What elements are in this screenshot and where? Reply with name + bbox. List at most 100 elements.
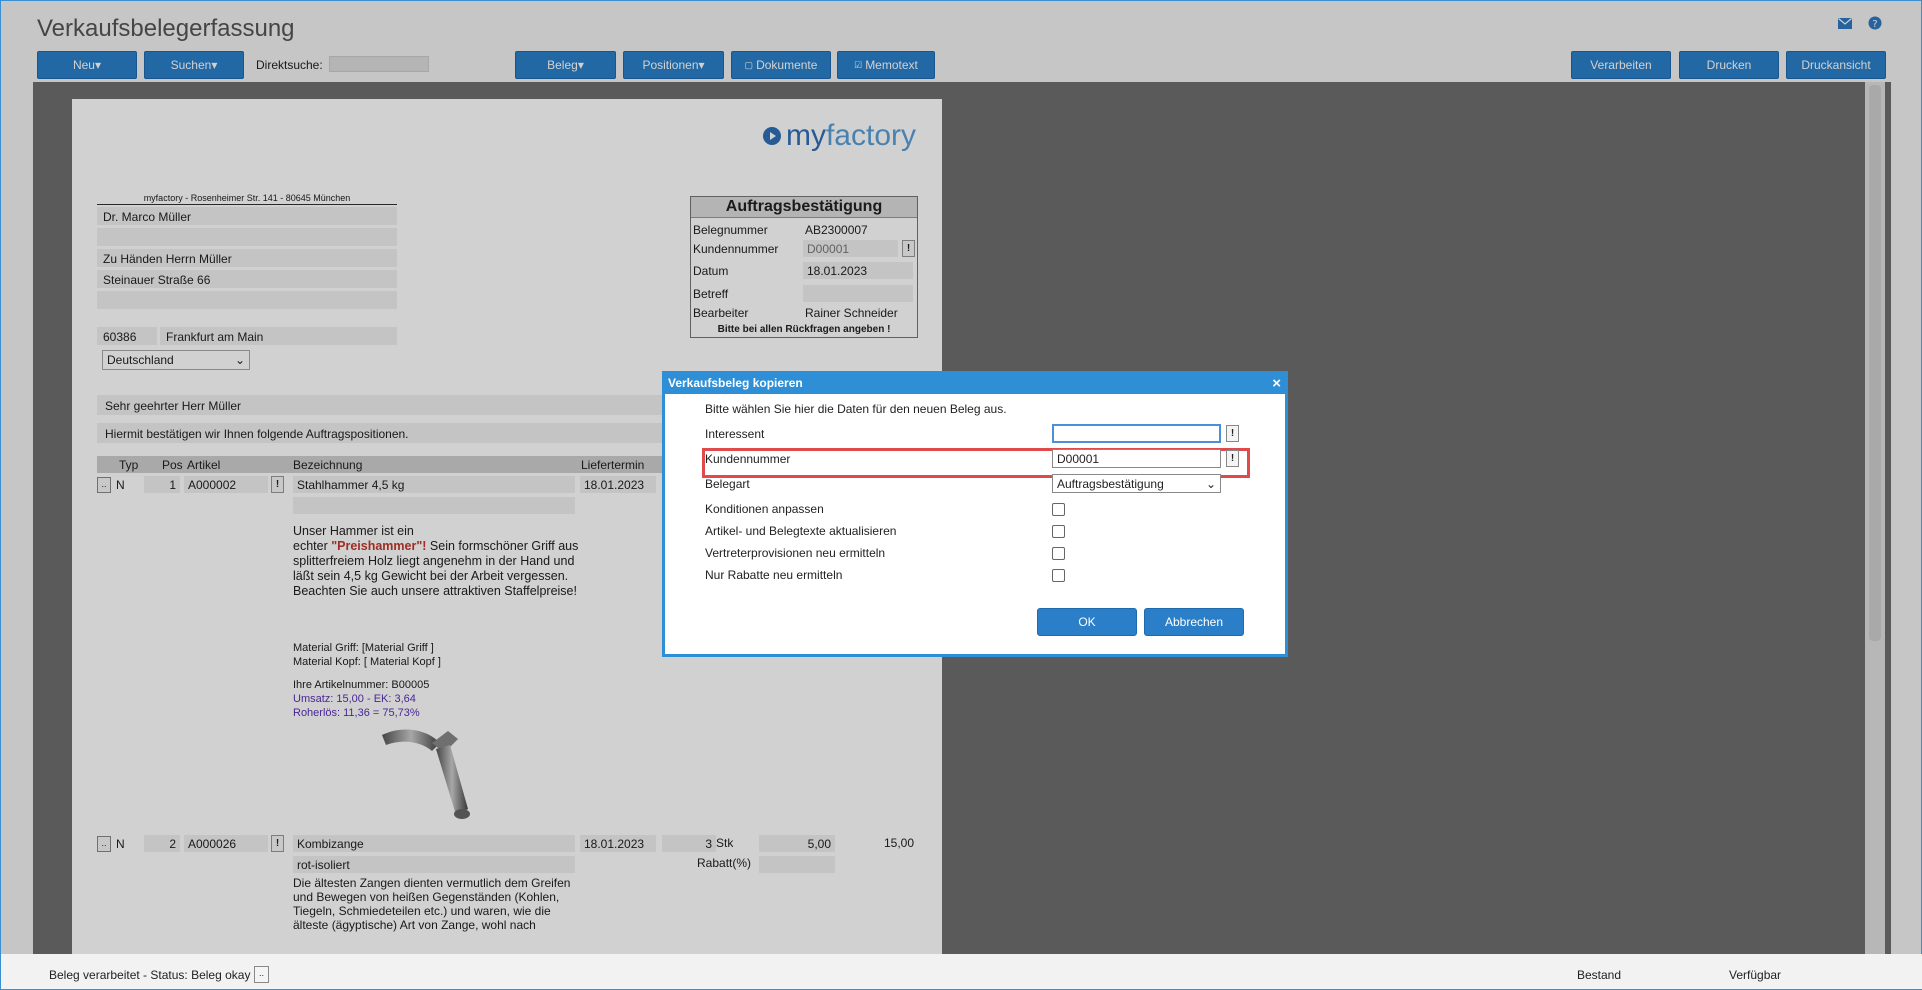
belegart-select[interactable]: Auftragsbestätigung ⌄ — [1052, 474, 1221, 493]
app-window: Verkaufsbelegerfassung ? Neu ▾ Suchen ▾ Di… — [0, 0, 1922, 990]
provisionen-checkbox[interactable] — [1052, 547, 1065, 560]
address-name[interactable]: Dr. Marco Müller — [97, 207, 397, 225]
datum-field[interactable]: 18.01.2023 — [803, 262, 913, 279]
ok-button[interactable]: OK — [1037, 608, 1137, 636]
document-infobox: Auftragsbestätigung Belegnummer AB230000… — [690, 196, 918, 338]
dialog-header: Verkaufsbeleg kopieren × — [665, 374, 1285, 394]
address-line2[interactable] — [97, 228, 397, 246]
belegnummer-value: AB2300007 — [805, 223, 868, 237]
country-select[interactable]: Deutschland ⌄ — [102, 350, 250, 370]
kundennummer-label-dialog: Kundennummer — [705, 452, 791, 466]
belegnummer-label: Belegnummer — [693, 223, 768, 237]
interessent-lookup-button[interactable]: ! — [1226, 425, 1239, 442]
kundennummer-dialog-lookup-button[interactable]: ! — [1226, 450, 1239, 467]
status-details-button[interactable]: .. — [254, 966, 269, 983]
document-icon: ▢ — [744, 59, 754, 70]
col-liefertermin: Liefertermin — [581, 458, 645, 472]
rabatte-checkbox[interactable] — [1052, 569, 1065, 582]
row2-rabatt[interactable] — [759, 856, 835, 873]
row1-menu-button[interactable]: .. — [97, 477, 111, 493]
betreff-field[interactable] — [803, 285, 913, 302]
verfuegbar-label: Verfügbar — [1729, 968, 1782, 982]
row2-gesamt: 15,00 — [884, 836, 915, 850]
konditionen-label: Konditionen anpassen — [705, 502, 824, 516]
close-icon[interactable]: × — [1272, 375, 1281, 392]
play-icon — [762, 127, 781, 145]
address-attention[interactable]: Zu Händen Herrn Müller — [97, 249, 397, 267]
drucken-button[interactable]: Drucken — [1679, 51, 1779, 79]
beleg-button[interactable]: Beleg ▾ — [515, 51, 616, 79]
rabatte-label: Nur Rabatte neu ermitteln — [705, 568, 843, 582]
row1-bezeichnung[interactable]: Stahlhammer 4,5 kg — [293, 476, 575, 493]
row1-liefertermin[interactable]: 18.01.2023 — [580, 476, 656, 493]
row2-liefertermin[interactable]: 18.01.2023 — [580, 835, 656, 852]
texte-label: Artikel- und Belegtexte aktualisieren — [705, 524, 897, 538]
row2-typ: N — [116, 837, 125, 851]
row2-einheit: Stk — [716, 836, 734, 850]
top-icons: ? — [1837, 15, 1883, 31]
status-text: Beleg verarbeitet - Status: Beleg okay — [49, 968, 251, 982]
row2-pos[interactable]: 2 — [144, 835, 180, 852]
datum-label: Datum — [693, 264, 729, 278]
row2-menu-button[interactable]: .. — [97, 836, 111, 852]
col-bezeichnung: Bezeichnung — [293, 458, 363, 472]
interessent-input[interactable] — [1052, 424, 1221, 443]
betreff-label: Betreff — [693, 287, 729, 301]
row2-menge[interactable]: 3 — [662, 835, 716, 852]
infobox-title: Auftragsbestätigung — [691, 197, 917, 218]
bestand-label: Bestand — [1577, 968, 1622, 982]
help-icon[interactable]: ? — [1867, 15, 1883, 31]
kundennummer-lookup-button[interactable]: ! — [902, 240, 915, 257]
row1-extra: Ihre Artikelnummer: B00005 Umsatz: 15,00… — [293, 679, 430, 719]
neu-button[interactable]: Neu ▾ — [37, 51, 137, 79]
belegart-label: Belegart — [705, 477, 750, 491]
direktsuche-input[interactable] — [329, 56, 429, 72]
copy-dialog: Verkaufsbeleg kopieren × Bitte wählen Si… — [662, 371, 1288, 657]
row1-description: Unser Hammer ist ein echter "Preishammer… — [293, 524, 579, 598]
infobox-note: Bitte bei allen Rückfragen angeben ! — [717, 324, 891, 335]
row1-materials: Material Griff: [Material Griff ] Materi… — [293, 642, 441, 668]
interessent-label: Interessent — [705, 427, 765, 441]
memotext-button[interactable]: ☑ Memotext — [837, 51, 935, 79]
row2-bezeichnung[interactable]: Kombizange — [293, 835, 575, 852]
texte-checkbox[interactable] — [1052, 525, 1065, 538]
dialog-title: Verkaufsbeleg kopieren — [668, 376, 803, 390]
konditionen-checkbox[interactable] — [1052, 503, 1065, 516]
row2-artikel[interactable]: A000026 — [184, 835, 268, 852]
address-city[interactable]: Frankfurt am Main — [160, 327, 397, 345]
bearbeiter-label: Bearbeiter — [693, 306, 749, 320]
positionen-button[interactable]: Positionen ▾ — [623, 51, 724, 79]
greeting-field[interactable]: Sehr geehrter Herr Müller — [97, 395, 677, 415]
col-pos: Pos — [162, 458, 183, 472]
dokumente-button[interactable]: ▢ Dokumente — [731, 51, 831, 79]
memo-icon: ☑ — [854, 59, 863, 70]
row2-description: Die ältesten Zangen dienten vermutlich d… — [293, 876, 571, 932]
provisionen-label: Vertreterprovisionen neu ermitteln — [705, 546, 886, 560]
abbrechen-button[interactable]: Abbrechen — [1144, 608, 1244, 636]
row1-artikel-lookup-button[interactable]: ! — [271, 476, 284, 493]
dialog-intro: Bitte wählen Sie hier die Daten für den … — [705, 402, 1007, 416]
druckansicht-button[interactable]: Druckansicht — [1786, 51, 1886, 79]
row2-artikel-lookup-button[interactable]: ! — [271, 835, 284, 852]
row2-preis[interactable]: 5,00 — [759, 835, 835, 852]
status-bar: Beleg verarbeitet - Status: Beleg okay .… — [1, 954, 1922, 989]
hammer-image — [382, 729, 470, 819]
kundennummer-input[interactable]: D00001 — [1052, 449, 1221, 468]
sender-line: myfactory - Rosenheimer Str. 141 - 80645… — [97, 193, 397, 205]
chevron-down-icon: ⌄ — [1205, 476, 1216, 491]
row1-zusatz[interactable] — [293, 497, 575, 514]
address-line5[interactable] — [97, 291, 397, 309]
verarbeiten-button[interactable]: Verarbeiten — [1571, 51, 1671, 79]
row2-zusatz[interactable]: rot-isoliert — [293, 856, 575, 873]
suchen-button[interactable]: Suchen ▾ — [144, 51, 244, 79]
address-zip[interactable]: 60386 — [97, 327, 157, 345]
intro-field[interactable]: Hiermit bestätigen wir Ihnen folgende Au… — [97, 423, 677, 443]
row1-artikel[interactable]: A000002 — [184, 476, 268, 493]
address-street[interactable]: Steinauer Straße 66 — [97, 270, 397, 288]
kundennummer-field[interactable]: D00001 — [803, 240, 898, 257]
row1-pos[interactable]: 1 — [144, 476, 180, 493]
mail-icon[interactable] — [1837, 15, 1853, 31]
scrollbar-thumb[interactable] — [1869, 85, 1881, 641]
row1-typ: N — [116, 478, 125, 492]
kundennummer-label: Kundennummer — [693, 242, 779, 256]
